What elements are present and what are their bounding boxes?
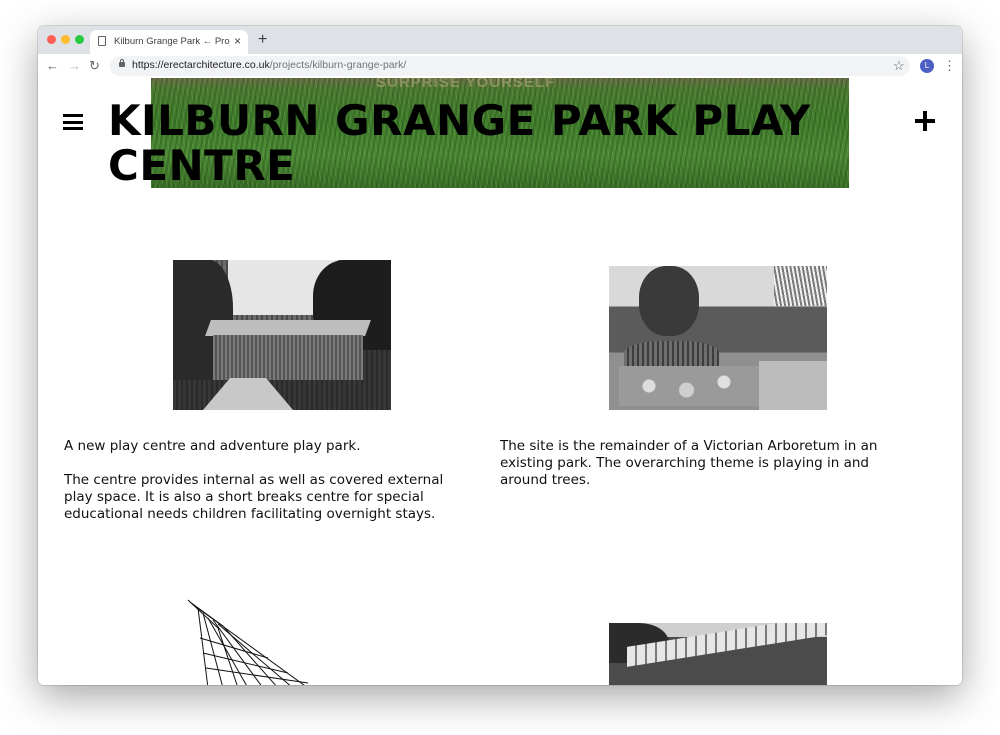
- url-path: /projects/kilburn-grange-park/: [269, 59, 407, 71]
- tab-bar: Kilburn Grange Park ← Projects × +: [38, 26, 962, 54]
- project-photo-building: [173, 260, 391, 410]
- minimize-window-button[interactable]: [61, 35, 70, 44]
- new-tab-button[interactable]: +: [258, 30, 267, 50]
- project-description-right: The site is the remainder of a Victorian…: [500, 438, 890, 506]
- browser-window: Kilburn Grange Park ← Projects × + ← → ↻…: [38, 26, 962, 685]
- description-paragraph: The centre provides internal as well as …: [64, 472, 444, 522]
- url-text: https://erectarchitecture.co.uk/projects…: [132, 59, 406, 71]
- bookmark-star-icon[interactable]: ☆: [893, 57, 905, 75]
- reload-icon[interactable]: ↻: [89, 57, 100, 75]
- description-paragraph: The site is the remainder of a Victorian…: [500, 438, 878, 488]
- project-photo-structure: [178, 598, 338, 685]
- page-viewport: SURPRISE YOURSELF KILBURN GRANGE PARK PL…: [38, 78, 962, 685]
- lock-icon: [119, 59, 125, 67]
- project-photo-roof: [609, 623, 827, 685]
- page-title: KILBURN GRANGE PARK PLAY CENTRE: [108, 96, 811, 190]
- browser-toolbar: ← → ↻ https://erectarchitecture.co.uk/pr…: [38, 54, 962, 79]
- project-description-left: A new play centre and adventure play par…: [64, 438, 444, 540]
- maximize-window-button[interactable]: [75, 35, 84, 44]
- page-icon: [98, 36, 106, 46]
- url-host: https://erectarchitecture.co.uk: [132, 59, 270, 71]
- tab-title: Kilburn Grange Park ← Projects: [114, 36, 230, 47]
- tab-close-icon[interactable]: ×: [234, 34, 241, 48]
- address-bar[interactable]: https://erectarchitecture.co.uk/projects…: [110, 56, 910, 76]
- description-paragraph: A new play centre and adventure play par…: [64, 438, 361, 454]
- hero-overlay-text: SURPRISE YOURSELF: [376, 78, 556, 91]
- structure-sketch: [187, 599, 309, 685]
- hamburger-menu-icon[interactable]: [63, 114, 83, 130]
- project-photo-playground: [609, 266, 827, 410]
- back-arrow-icon[interactable]: ←: [46, 57, 59, 75]
- forward-arrow-icon[interactable]: →: [68, 57, 81, 75]
- browser-menu-icon[interactable]: ⋮: [943, 57, 956, 75]
- plus-icon[interactable]: [915, 111, 935, 131]
- close-window-button[interactable]: [47, 35, 56, 44]
- profile-avatar[interactable]: L: [920, 59, 934, 73]
- browser-tab[interactable]: Kilburn Grange Park ← Projects ×: [90, 30, 248, 54]
